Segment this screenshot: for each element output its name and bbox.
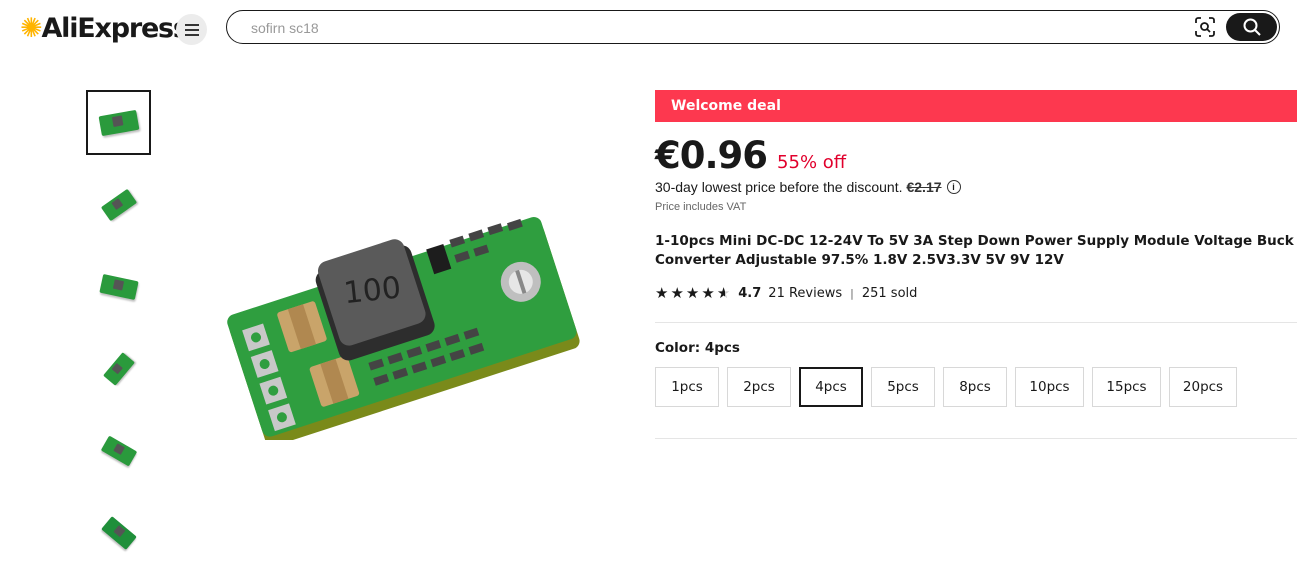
product-thumbnail-image: [102, 351, 135, 386]
svg-text:100: 100: [342, 270, 403, 311]
option-20pcs[interactable]: 20pcs: [1169, 367, 1237, 407]
thumbnail-5[interactable]: [86, 418, 151, 483]
divider: [655, 438, 1297, 439]
star-icon: ★: [670, 284, 684, 302]
welcome-deal-banner: Welcome deal: [655, 90, 1297, 122]
thumbnail-6[interactable]: [86, 500, 151, 565]
search-bar: [226, 10, 1280, 44]
search-input[interactable]: [249, 17, 1153, 39]
main-product-image[interactable]: 100: [210, 200, 600, 440]
rating-value: 4.7: [738, 286, 762, 301]
product-thumbnail-image: [98, 109, 139, 136]
current-price: €0.96: [655, 134, 768, 177]
search-icon: [1243, 18, 1261, 36]
product-thumbnail-image: [100, 188, 137, 221]
original-price: €2.17: [906, 179, 942, 195]
logo-text: ✺AliExpress: [20, 12, 189, 44]
lowest-price-text: 30-day lowest price before the discount.: [655, 179, 903, 195]
half-star-icon: ★: [716, 284, 731, 302]
divider: [655, 322, 1297, 323]
thumbnail-4[interactable]: [86, 336, 151, 401]
separator: |: [850, 287, 854, 300]
option-15pcs[interactable]: 15pcs: [1092, 367, 1161, 407]
star-icon: ★: [701, 284, 715, 302]
aliexpress-logo[interactable]: ✺AliExpress: [20, 10, 189, 46]
search-button[interactable]: [1226, 13, 1277, 41]
product-thumbnail-image: [98, 273, 139, 300]
product-thumbnail-image: [100, 435, 137, 466]
option-1pcs[interactable]: 1pcs: [655, 367, 719, 407]
hamburger-menu-icon: [184, 23, 199, 36]
option-10pcs[interactable]: 10pcs: [1015, 367, 1084, 407]
reviews-link[interactable]: 21 Reviews: [768, 286, 842, 301]
option-2pcs[interactable]: 2pcs: [727, 367, 791, 407]
product-thumbnail-image: [100, 515, 137, 550]
star-rating: ★ ★ ★ ★ ★: [655, 286, 730, 301]
sold-count: 251 sold: [861, 286, 918, 301]
camera-scan-icon: [1195, 17, 1215, 37]
star-icon: ★: [685, 284, 700, 302]
star-icon: ★: [655, 284, 669, 302]
rating-row: ★ ★ ★ ★ ★ 4.7 21 Reviews | 251 sold: [655, 286, 918, 302]
thumbnail-2[interactable]: [86, 172, 151, 237]
discount-percent: 55% off: [777, 152, 847, 173]
vat-note: Price includes VAT: [655, 201, 747, 213]
option-8pcs[interactable]: 8pcs: [943, 367, 1007, 407]
info-icon[interactable]: i: [946, 180, 961, 194]
option-5pcs[interactable]: 5pcs: [871, 367, 935, 407]
price-row: €0.96 55% off: [655, 134, 846, 177]
option-4pcs[interactable]: 4pcs: [799, 367, 863, 407]
thumbnail-1[interactable]: [86, 90, 151, 155]
lowest-price-note: 30-day lowest price before the discount.…: [655, 179, 961, 195]
product-title: 1-10pcs Mini DC-DC 12-24V To 5V 3A Step …: [655, 233, 1294, 268]
menu-button[interactable]: [176, 14, 207, 45]
image-search-button[interactable]: [1195, 17, 1215, 37]
thumbnail-3[interactable]: [86, 254, 151, 319]
color-label: Color: 4pcs: [655, 340, 740, 356]
